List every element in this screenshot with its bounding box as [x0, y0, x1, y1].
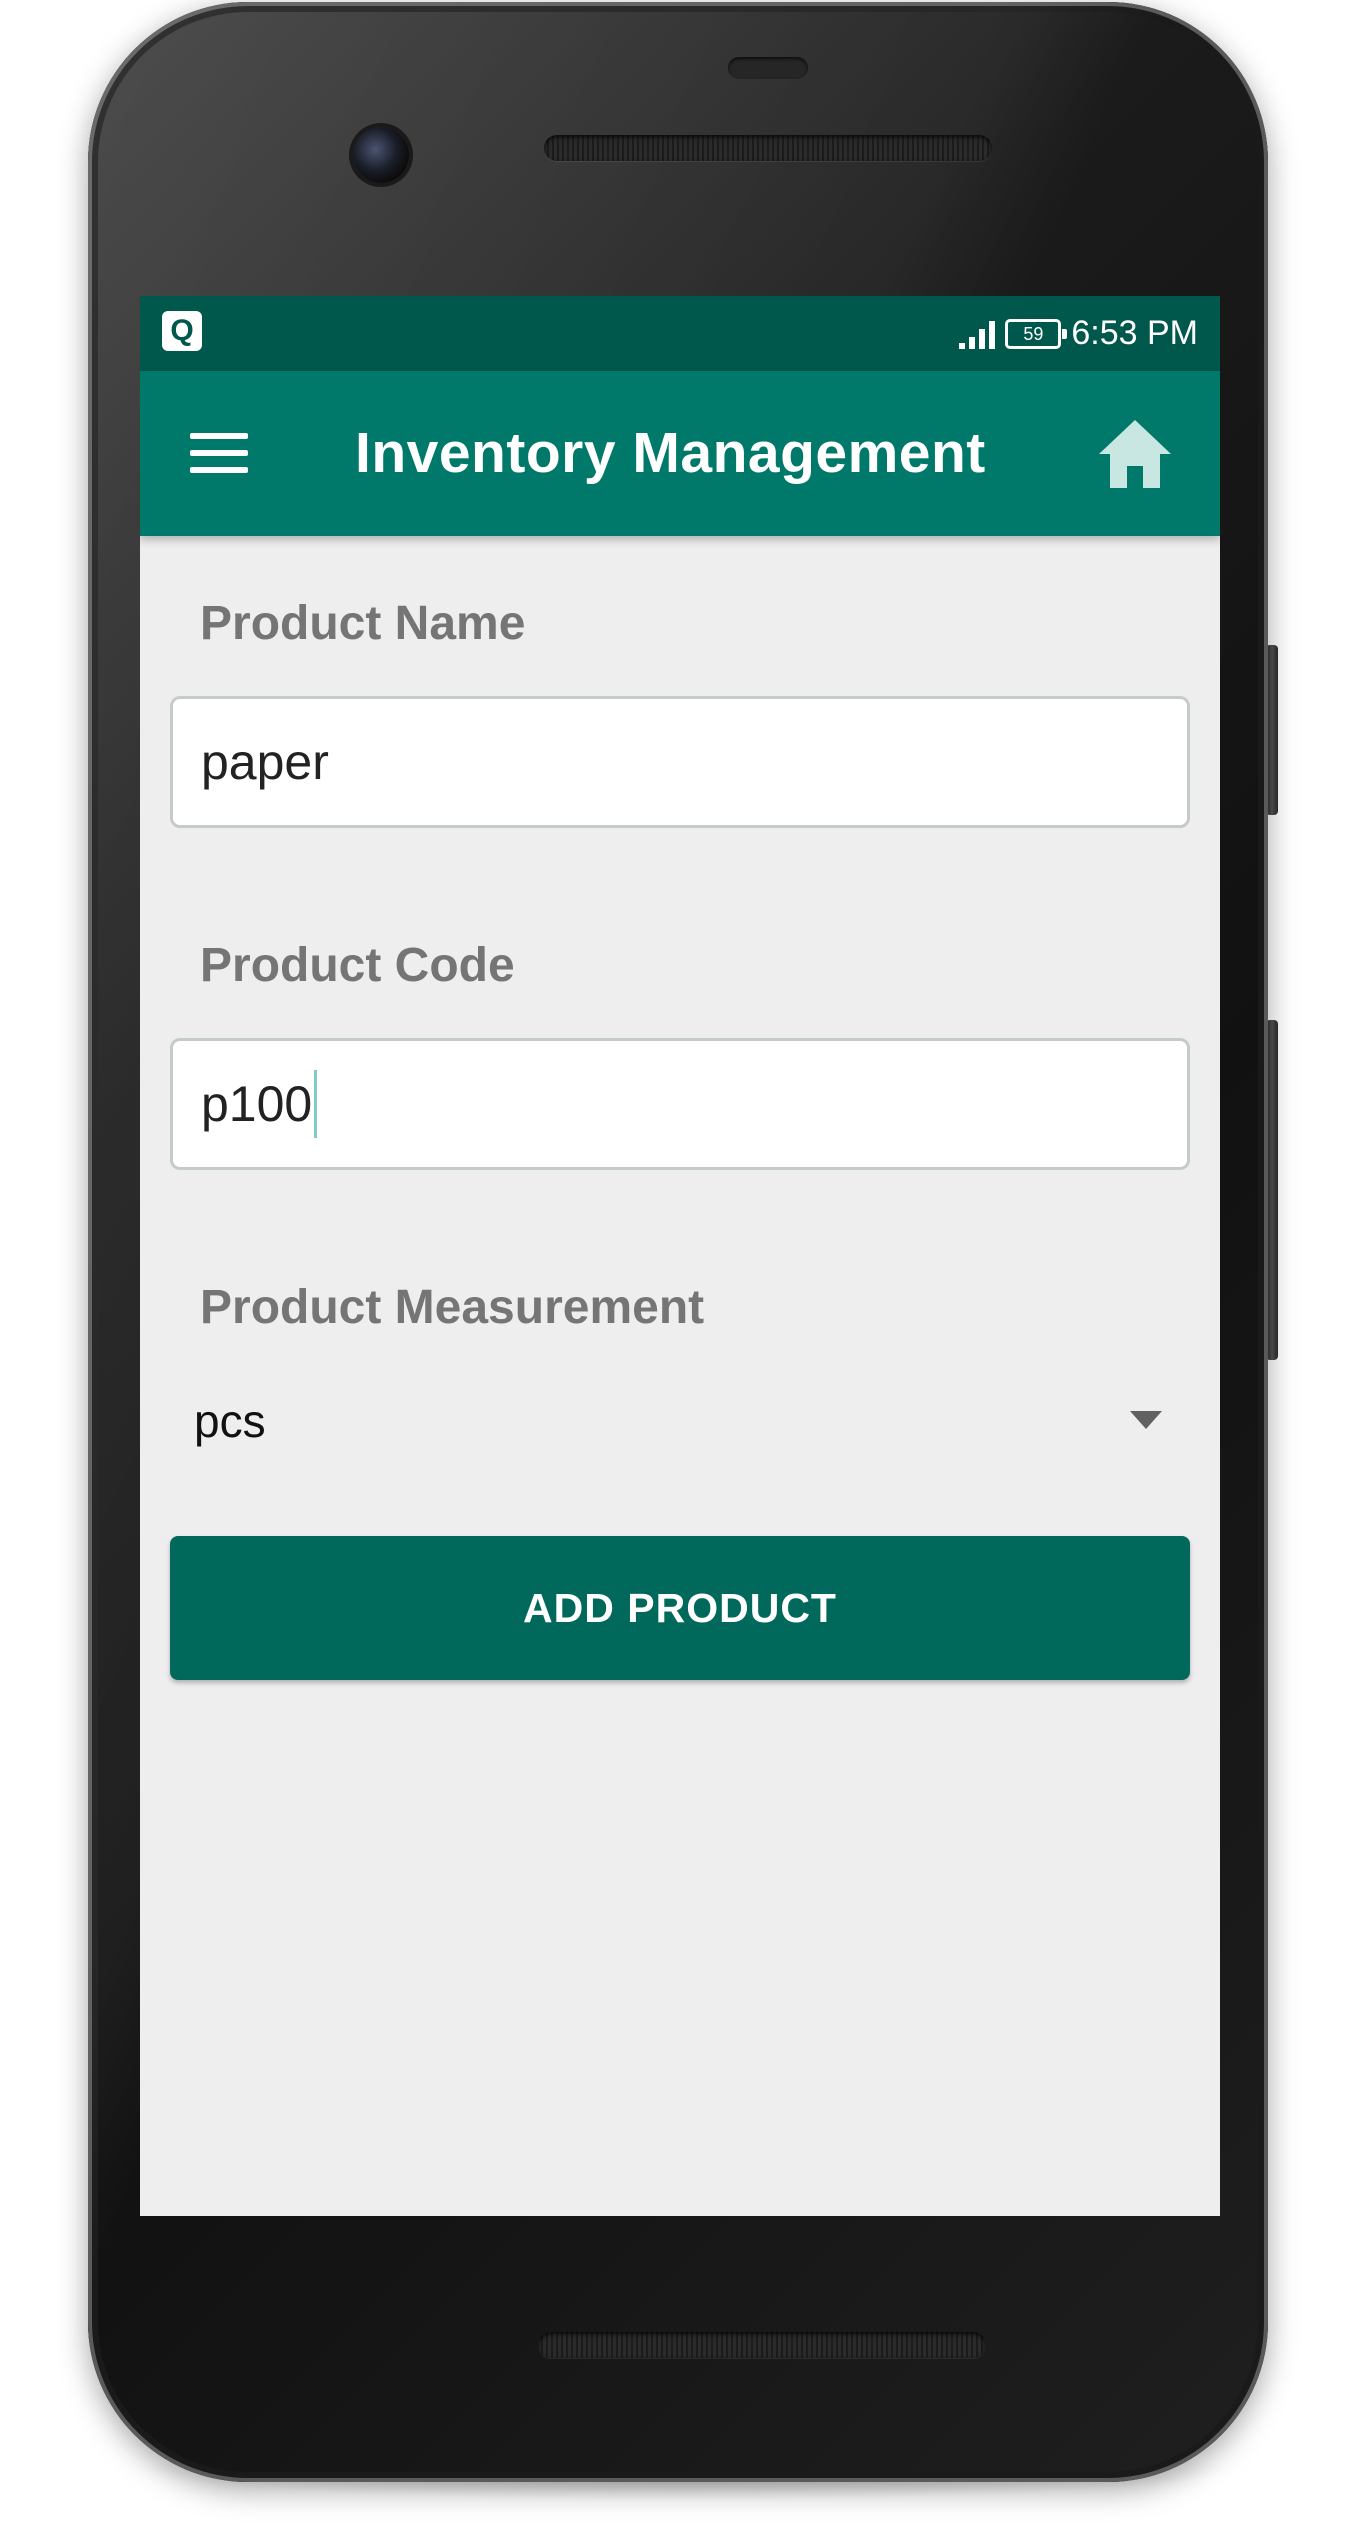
measurement-dropdown[interactable]: pcs — [170, 1366, 1190, 1476]
app-toolbar: Inventory Management — [140, 371, 1220, 536]
add-product-button[interactable]: ADD PRODUCT — [170, 1536, 1190, 1680]
battery-icon: 59 — [1005, 318, 1068, 349]
status-bar: Q 59 6:53 PM — [140, 296, 1220, 371]
measurement-selected-value: pcs — [194, 1395, 266, 1447]
hamburger-menu-icon[interactable] — [190, 429, 250, 477]
notification-app-icon: Q — [162, 311, 202, 351]
device-mockup: Q 59 6:53 PM Inventory Management Produc… — [0, 0, 1370, 2534]
product-name-input[interactable]: paper — [170, 696, 1190, 828]
dropdown-arrow-icon — [1130, 1411, 1162, 1429]
product-measurement-label: Product Measurement — [200, 1281, 705, 1334]
front-camera-icon — [353, 127, 409, 183]
app-title: Inventory Management — [355, 421, 986, 485]
earpiece-speaker — [544, 135, 992, 161]
signal-strength-icon — [959, 319, 996, 349]
product-code-value: p100 — [201, 1076, 313, 1132]
proximity-sensor — [728, 57, 808, 79]
product-code-input[interactable]: p100 — [170, 1038, 1190, 1170]
text-cursor — [314, 1069, 318, 1138]
status-indicators: 59 6:53 PM — [959, 296, 1198, 371]
add-product-form: Product Name paper Product Code p100 Pro… — [140, 536, 1220, 2216]
app-screen: Q 59 6:53 PM Inventory Management Produc… — [140, 296, 1220, 2216]
home-icon[interactable] — [1095, 416, 1175, 491]
product-name-label: Product Name — [200, 597, 526, 650]
bottom-speaker — [538, 2332, 986, 2358]
status-time: 6:53 PM — [1071, 314, 1198, 352]
product-code-label: Product Code — [200, 939, 515, 992]
